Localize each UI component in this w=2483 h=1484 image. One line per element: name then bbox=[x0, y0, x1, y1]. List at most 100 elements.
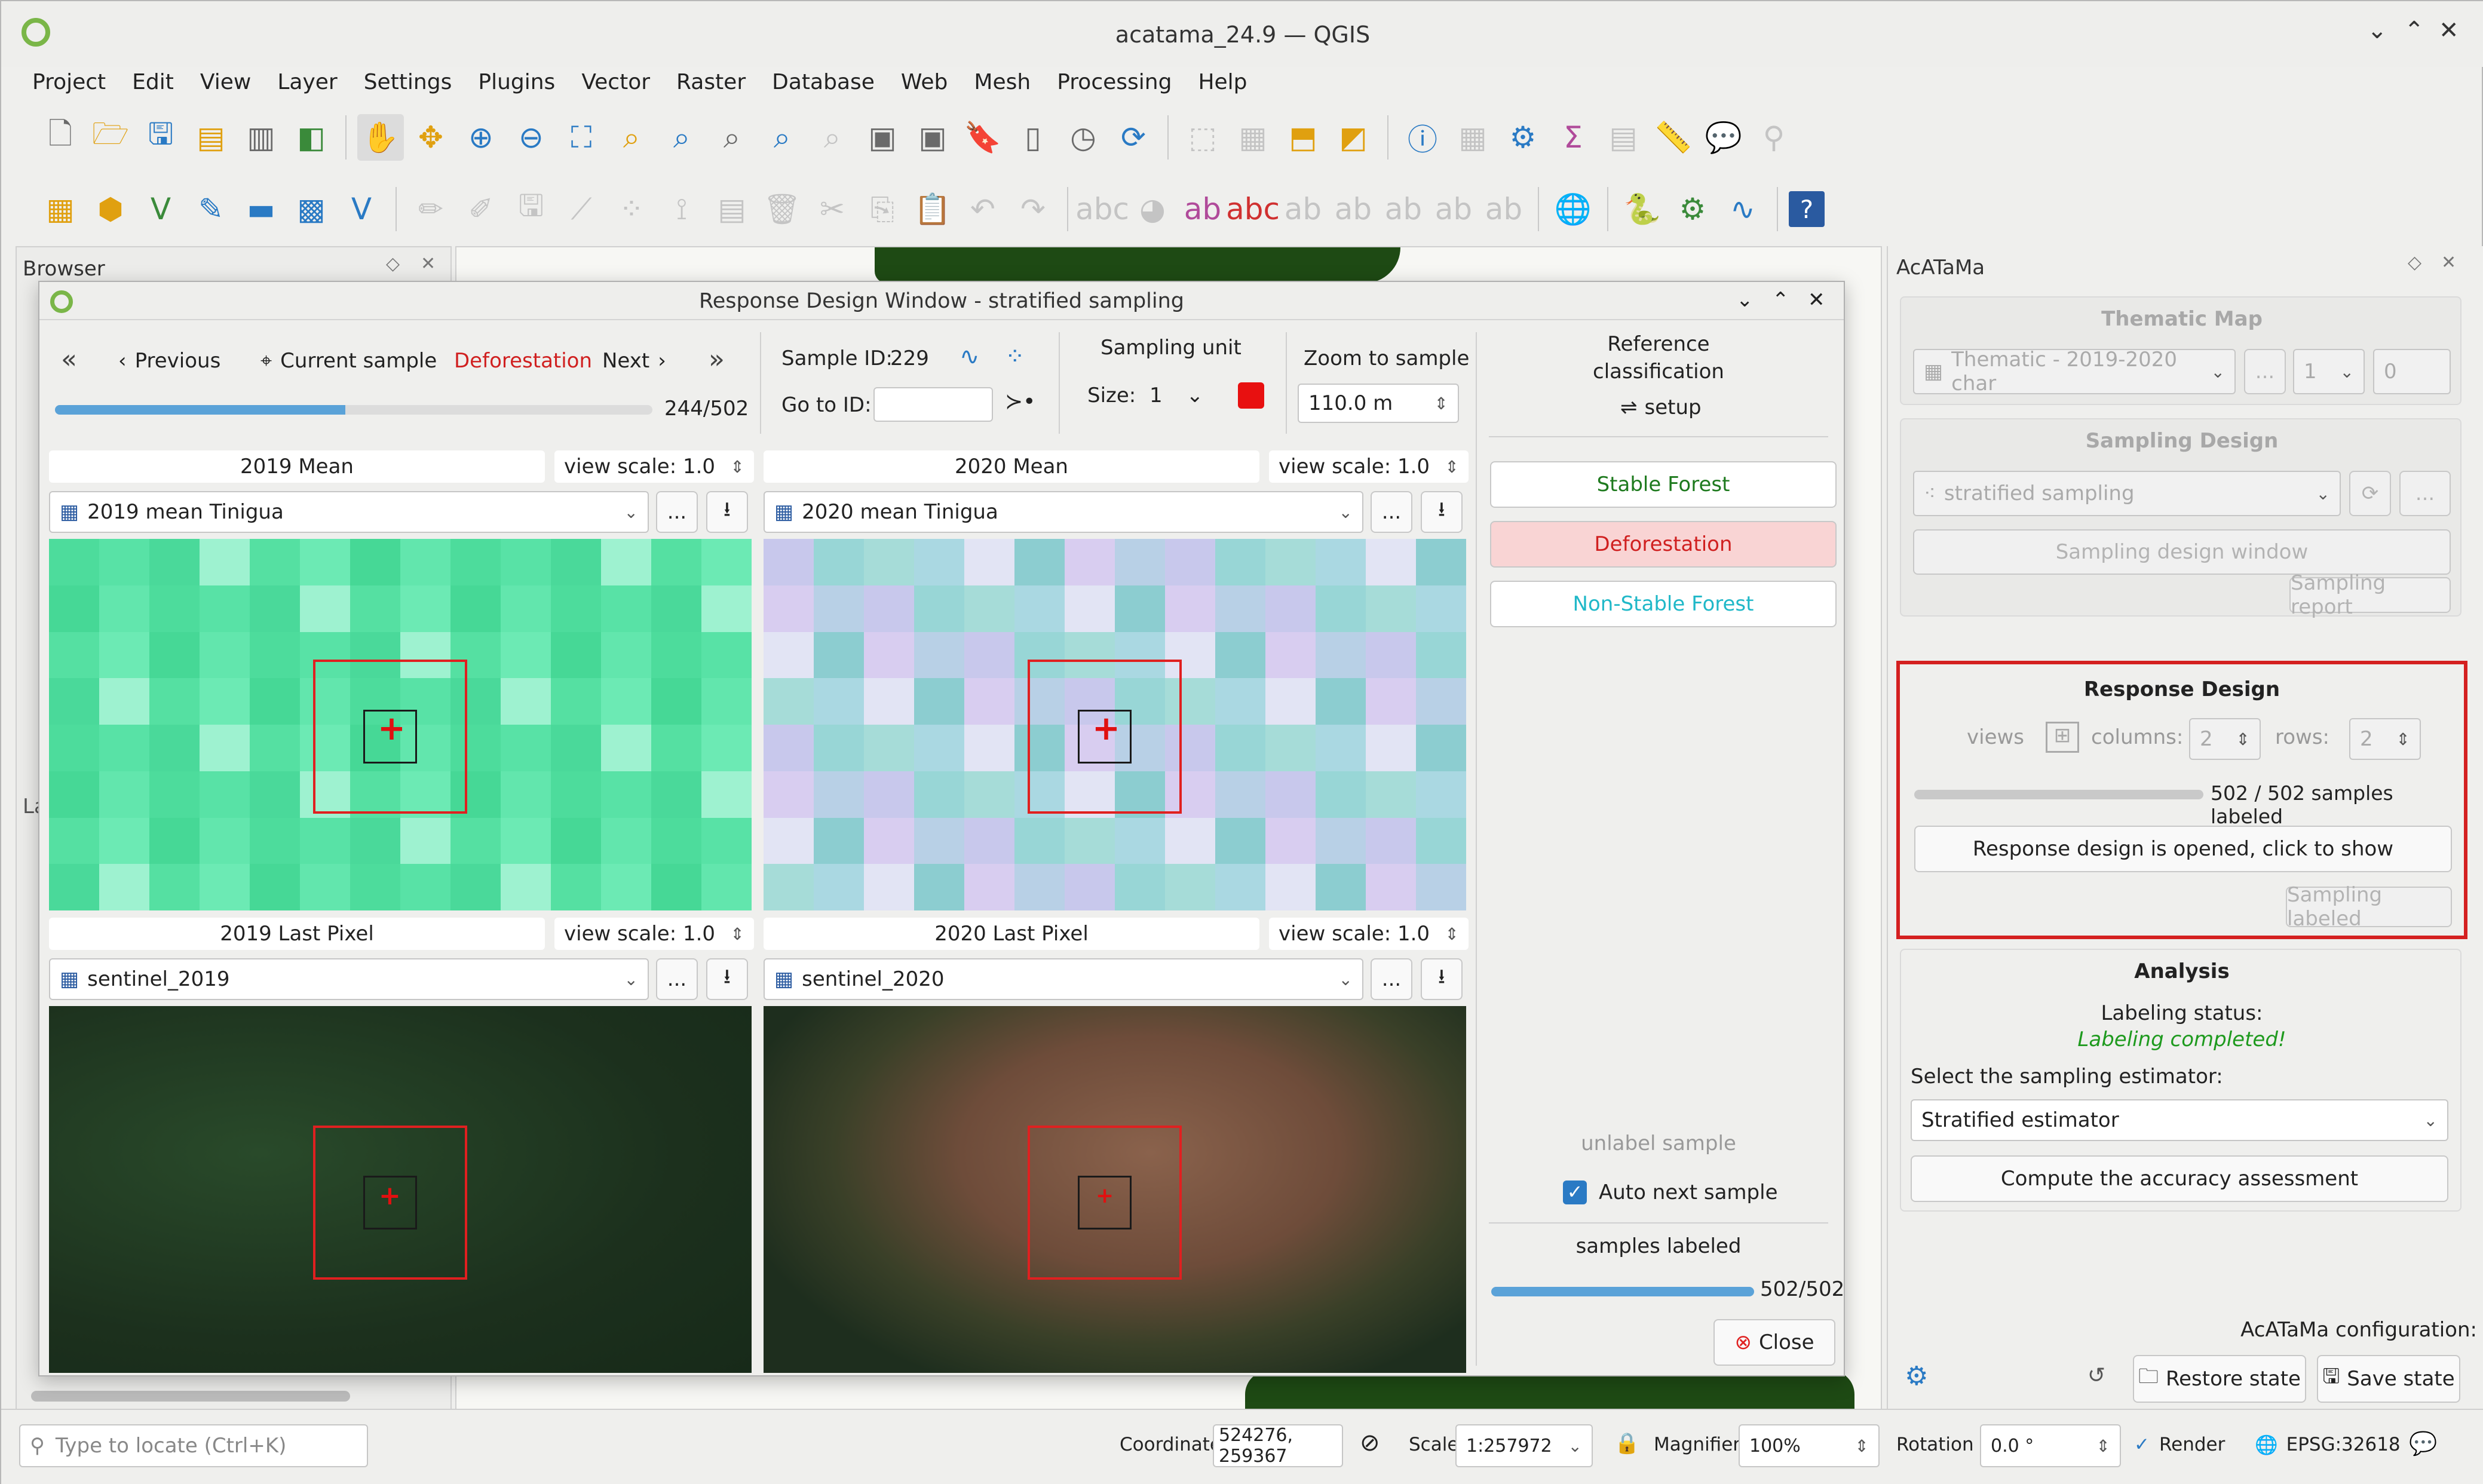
reload-icon[interactable]: ⟳ bbox=[2349, 471, 2391, 516]
locator-input[interactable]: ⚲ Type to locate (Ctrl+K) bbox=[19, 1424, 368, 1467]
modify-attributes-icon[interactable]: ▤ bbox=[709, 186, 755, 232]
zoom-native-icon[interactable]: ⌕ bbox=[709, 114, 755, 161]
map-view[interactable]: + bbox=[764, 539, 1466, 910]
sampling-report-button[interactable]: Sampling report bbox=[2289, 571, 2451, 619]
cut-icon[interactable]: ✂ bbox=[809, 186, 856, 232]
first-button[interactable]: « bbox=[61, 344, 77, 375]
layer-style-button[interactable]: ... bbox=[656, 491, 698, 533]
data-source-manager-icon[interactable]: ▦ bbox=[37, 186, 84, 232]
scale-combo[interactable]: 1:257972 ⌄ bbox=[1455, 1424, 1593, 1467]
columns-spinbox[interactable]: 2 ⇕ bbox=[2189, 718, 2261, 760]
layer-style-button[interactable]: ... bbox=[656, 958, 698, 1000]
add-wms-icon[interactable]: V bbox=[338, 186, 385, 232]
new-geopackage-icon[interactable]: ⬢ bbox=[87, 186, 134, 232]
last-button[interactable]: » bbox=[709, 344, 725, 375]
pan-to-selection-icon[interactable]: ✥ bbox=[407, 114, 454, 161]
clear-state-icon[interactable]: ↺ bbox=[2087, 1363, 2105, 1388]
response-design-opened-button[interactable]: Response design is opened, click to show bbox=[1914, 826, 2452, 872]
add-vector-icon[interactable]: ▬ bbox=[238, 186, 284, 232]
undo-icon[interactable]: ↶ bbox=[960, 186, 1006, 232]
unit-color-swatch[interactable] bbox=[1238, 382, 1264, 409]
goto-id-input[interactable] bbox=[873, 387, 993, 422]
crs-button[interactable]: 🌐 EPSG:32618 bbox=[2255, 1434, 2401, 1456]
layer-pin-icon[interactable]: ⭳ bbox=[706, 958, 748, 1000]
close-panel-icon[interactable]: ✕ bbox=[421, 253, 436, 274]
zoom-last-icon[interactable]: ⌕ bbox=[759, 114, 805, 161]
menu-raster[interactable]: Raster bbox=[663, 66, 759, 99]
close-panel-icon[interactable]: ✕ bbox=[2441, 252, 2456, 273]
close-dialog-button[interactable]: ⊗ Close bbox=[1713, 1319, 1835, 1366]
restore-state-button[interactable]: 🗀 Restore state bbox=[2133, 1355, 2306, 1403]
show-hide-labels-icon[interactable]: ab bbox=[1430, 186, 1477, 232]
plugin-gear-icon[interactable]: ⚙ bbox=[1669, 186, 1716, 232]
class-stable-forest-button[interactable]: Stable Forest bbox=[1490, 461, 1837, 508]
help-icon[interactable]: ? bbox=[1789, 191, 1825, 227]
magnifier-spinbox[interactable]: 100% ⇕ bbox=[1739, 1424, 1880, 1467]
menu-project[interactable]: Project bbox=[19, 66, 119, 99]
map-view[interactable]: + bbox=[49, 1006, 752, 1373]
acatama-plugin-icon[interactable]: 🌐 bbox=[1550, 186, 1596, 232]
paste-icon[interactable]: 📋 bbox=[909, 186, 956, 232]
refresh-icon[interactable]: ⟳ bbox=[1110, 114, 1157, 161]
new-3d-view-icon[interactable]: ▣ bbox=[909, 114, 956, 161]
show-line-icon[interactable]: ∿ bbox=[960, 343, 980, 370]
layout-manager-icon[interactable]: ▥ bbox=[238, 114, 284, 161]
layer-pin-icon[interactable]: ⭳ bbox=[706, 491, 748, 533]
new-map-view-icon[interactable]: ▣ bbox=[859, 114, 906, 161]
settings-gear-icon[interactable]: ⚙ bbox=[1905, 1361, 1928, 1391]
minimize-icon[interactable]: ⌄ bbox=[2367, 17, 2387, 44]
layer-combo[interactable]: ▦ 2019 mean Tinigua ⌄ bbox=[49, 491, 649, 533]
digitize-icon[interactable]: ⟋ bbox=[558, 186, 605, 232]
identify-icon[interactable]: ⓘ bbox=[1399, 114, 1446, 161]
layer-pin-icon[interactable]: ⭳ bbox=[1421, 958, 1463, 1000]
layer-combo[interactable]: ▦ sentinel_2019 ⌄ bbox=[49, 958, 649, 1000]
zoom-next-icon[interactable]: ⌕ bbox=[809, 114, 856, 161]
menu-view[interactable]: View bbox=[187, 66, 264, 99]
open-table-icon[interactable]: ▤ bbox=[1600, 114, 1647, 161]
redo-icon[interactable]: ↷ bbox=[1010, 186, 1056, 232]
estimator-combo[interactable]: Stratified estimator ⌄ bbox=[1911, 1099, 2448, 1141]
float-panel-icon[interactable]: ◇ bbox=[2408, 252, 2421, 273]
style-manager-icon[interactable]: ◧ bbox=[288, 114, 335, 161]
map-view[interactable]: + bbox=[764, 1006, 1466, 1373]
bookmark-icon[interactable]: 🔖 bbox=[960, 114, 1006, 161]
menu-database[interactable]: Database bbox=[759, 66, 888, 99]
vertex-tool-icon[interactable]: ⟟ bbox=[658, 186, 705, 232]
new-print-layout-icon[interactable]: ▤ bbox=[188, 114, 234, 161]
rotation-spinbox[interactable]: 0.0 ° ⇕ bbox=[1980, 1424, 2121, 1467]
deselect-icon[interactable]: ⬒ bbox=[1280, 114, 1326, 161]
maximize-icon[interactable]: ⌃ bbox=[2404, 17, 2424, 44]
measure-icon[interactable]: 📏 bbox=[1650, 114, 1697, 161]
python-console-icon[interactable]: 🐍 bbox=[1619, 186, 1666, 232]
rows-spinbox[interactable]: 2 ⇕ bbox=[2349, 718, 2421, 760]
zoom-layer-icon[interactable]: ⌕ bbox=[658, 114, 705, 161]
show-bookmarks-icon[interactable]: ▯ bbox=[1010, 114, 1056, 161]
current-sample-button[interactable]: ⌖ Current sample bbox=[260, 349, 437, 373]
horizontal-scrollbar[interactable] bbox=[31, 1391, 350, 1402]
view-scale-spinbox[interactable]: view scale: 1.0 ⇕ bbox=[1269, 918, 1469, 950]
map-view[interactable]: + bbox=[49, 539, 752, 910]
minimize-icon[interactable]: ⌄ bbox=[1736, 288, 1754, 312]
new-shapefile-icon[interactable]: V bbox=[137, 186, 184, 232]
temporal-controller-icon[interactable]: ◷ bbox=[1060, 114, 1106, 161]
rotate-label-icon[interactable]: ab bbox=[1330, 186, 1377, 232]
menu-layer[interactable]: Layer bbox=[264, 66, 350, 99]
coordinate-input[interactable]: 524276, 259367 bbox=[1213, 1424, 1343, 1467]
new-temp-layer-icon[interactable]: ✎ bbox=[188, 186, 234, 232]
thematic-band-combo[interactable]: 1 ⌄ bbox=[2293, 349, 2365, 394]
select-location-icon[interactable]: ◩ bbox=[1330, 114, 1377, 161]
zoom-selection-icon[interactable]: ⌕ bbox=[608, 114, 655, 161]
move-label-icon[interactable]: ab bbox=[1280, 186, 1326, 232]
auto-next-checkbox[interactable]: ✓ Auto next sample bbox=[1563, 1181, 1778, 1204]
messages-icon[interactable]: 💬 bbox=[2409, 1430, 2437, 1457]
copy-icon[interactable]: ⎘ bbox=[859, 186, 906, 232]
save-state-button[interactable]: 🖫 Save state bbox=[2317, 1355, 2460, 1403]
locator-icon[interactable]: ⚲ bbox=[1751, 114, 1797, 161]
select-value-icon[interactable]: ▦ bbox=[1230, 114, 1276, 161]
next-button[interactable]: Next › bbox=[602, 349, 666, 373]
layer-style-button[interactable]: ... bbox=[1371, 958, 1412, 1000]
open-project-icon[interactable]: 🗁 bbox=[87, 114, 134, 161]
zoom-spinbox[interactable]: 110.0 m ⇕ bbox=[1298, 384, 1459, 423]
go-icon[interactable]: ≻• bbox=[1005, 390, 1035, 414]
pan-icon[interactable]: ✋ bbox=[357, 114, 404, 161]
